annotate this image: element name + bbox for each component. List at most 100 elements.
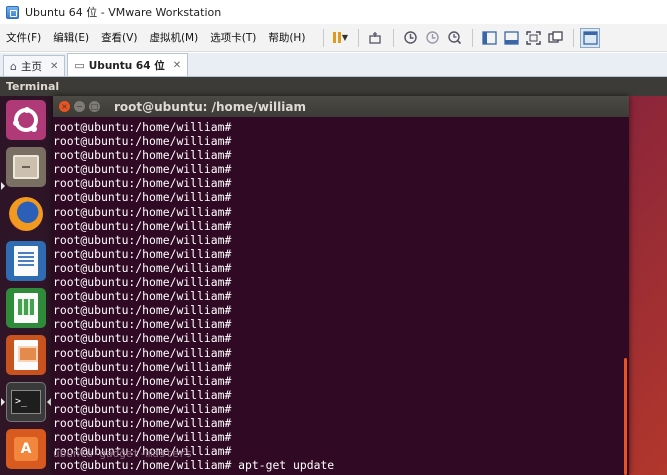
terminal-line: root@ubuntu:/home/william# bbox=[53, 430, 232, 445]
terminal-line: root@ubuntu:/home/william# bbox=[53, 134, 232, 149]
snapshot-icon bbox=[404, 31, 417, 44]
close-button[interactable]: × bbox=[59, 101, 70, 112]
software-center-icon[interactable]: A bbox=[6, 429, 46, 469]
fullscreen-icon bbox=[526, 30, 541, 45]
manage-snapshots-icon bbox=[448, 31, 461, 45]
close-icon[interactable]: ✕ bbox=[173, 60, 181, 71]
running-indicator bbox=[1, 398, 5, 406]
thumbnail-bar-icon bbox=[504, 30, 519, 45]
menu-file[interactable]: 文件(F) bbox=[6, 30, 41, 45]
toolbar-divider bbox=[323, 28, 325, 47]
running-indicator bbox=[1, 182, 5, 190]
terminal-line: root@ubuntu:/home/william# bbox=[53, 120, 232, 134]
terminal-scrollbar[interactable] bbox=[624, 358, 627, 475]
window-title: Ubuntu 64 位 - VMware Workstation bbox=[25, 6, 222, 19]
terminal-line: root@ubuntu:/home/william# bbox=[53, 275, 232, 290]
console-view-button[interactable] bbox=[580, 27, 601, 48]
terminal-window[interactable]: × − □ root@ubuntu: /home/william root@ub… bbox=[53, 96, 629, 475]
logo-dot bbox=[24, 107, 30, 113]
snapshot-button[interactable] bbox=[400, 28, 420, 48]
terminal-line: root@ubuntu:/home/william# bbox=[53, 190, 232, 205]
terminal-line: root@ubuntu:/home/william# bbox=[53, 359, 232, 374]
pause-button[interactable]: ▼ bbox=[330, 28, 350, 48]
writer-icon[interactable] bbox=[6, 241, 46, 281]
tab-label: 主页 bbox=[20, 60, 42, 73]
menu-help[interactable]: 帮助(H) bbox=[268, 30, 305, 45]
document-icon bbox=[14, 246, 38, 276]
terminal-line: root@ubuntu:/home/william# bbox=[53, 317, 232, 332]
impress-icon[interactable] bbox=[6, 335, 46, 375]
files-icon[interactable] bbox=[6, 147, 46, 187]
terminal-ghost-text: ubuntu-gadget-masters bbox=[53, 447, 193, 460]
terminal-line: root@ubuntu:/home/william# bbox=[53, 345, 232, 360]
file-cabinet-icon bbox=[13, 155, 39, 179]
toolbar-divider bbox=[358, 28, 360, 47]
terminal-line: root@ubuntu:/home/william# bbox=[53, 373, 232, 388]
menu-vm[interactable]: 虚拟机(M) bbox=[149, 30, 198, 45]
terminal-line: root@ubuntu:/home/william# bbox=[53, 415, 232, 430]
calc-icon[interactable] bbox=[6, 288, 46, 328]
terminal-line: root@ubuntu:/home/william# bbox=[53, 387, 232, 402]
send-keys-icon bbox=[369, 31, 382, 44]
toolbar-divider bbox=[472, 28, 474, 47]
menu-view[interactable]: 查看(V) bbox=[101, 30, 137, 45]
vmware-titlebar: Ubuntu 64 位 - VMware Workstation bbox=[0, 0, 667, 24]
terminal-line: root@ubuntu:/home/william# bbox=[53, 303, 232, 318]
terminal-line: root@ubuntu:/home/william# bbox=[53, 401, 232, 416]
logo-dot bbox=[13, 120, 19, 126]
fullscreen-button[interactable] bbox=[523, 28, 543, 48]
maximize-button[interactable]: □ bbox=[89, 101, 100, 112]
spreadsheet-icon bbox=[14, 293, 38, 323]
terminal-icon[interactable]: >_ bbox=[6, 382, 46, 422]
toolbar-divider bbox=[393, 28, 395, 47]
tab-label: Ubuntu 64 位 bbox=[88, 59, 165, 72]
menu-tabs[interactable]: 选项卡(T) bbox=[210, 30, 256, 45]
terminal-output[interactable]: root@ubuntu:/home/william# root@ubuntu:/… bbox=[53, 117, 623, 475]
send-keys-button[interactable] bbox=[365, 28, 385, 48]
terminal-titlebar[interactable]: × − □ root@ubuntu: /home/william bbox=[53, 96, 629, 117]
terminal-line: root@ubuntu:/home/william# bbox=[53, 289, 232, 304]
firefox-icon[interactable] bbox=[6, 194, 46, 234]
ubuntu-logo-icon bbox=[13, 107, 38, 132]
focused-indicator bbox=[47, 398, 51, 406]
tab-home[interactable]: ⌂ 主页 ✕ bbox=[3, 55, 66, 76]
terminal-title: root@ubuntu: /home/william bbox=[114, 99, 306, 114]
vmware-logo-icon bbox=[6, 5, 19, 19]
vm-icon: ▭ bbox=[74, 58, 85, 72]
logo-dot bbox=[31, 126, 37, 132]
show-library-icon bbox=[482, 30, 497, 45]
manage-snapshots-button[interactable] bbox=[444, 28, 464, 48]
terminal-line: root@ubuntu:/home/william# bbox=[53, 176, 232, 191]
minimize-button[interactable]: − bbox=[74, 101, 85, 112]
console-view-icon bbox=[583, 30, 598, 45]
toolbar-divider bbox=[573, 28, 575, 47]
home-icon: ⌂ bbox=[10, 59, 17, 73]
close-icon[interactable]: ✕ bbox=[50, 61, 58, 72]
terminal-line: root@ubuntu:/home/william# bbox=[53, 232, 232, 247]
revert-snapshot-button[interactable] bbox=[422, 28, 442, 48]
show-library-button[interactable] bbox=[479, 28, 499, 48]
vmware-tabbar: ⌂ 主页 ✕ ▭ Ubuntu 64 位 ✕ bbox=[0, 53, 667, 77]
firefox-globe-icon bbox=[9, 197, 43, 231]
pause-icon bbox=[332, 32, 341, 43]
unity-button[interactable] bbox=[545, 28, 565, 48]
terminal-line: root@ubuntu:/home/william# bbox=[53, 148, 232, 163]
terminal-line: root@ubuntu:/home/william# bbox=[53, 246, 232, 261]
terminal-command-line: root@ubuntu:/home/william# apt-get updat… bbox=[53, 458, 335, 473]
terminal-line: root@ubuntu:/home/william# bbox=[53, 162, 232, 177]
terminal-line: root@ubuntu:/home/william# bbox=[53, 204, 232, 219]
unity-icon bbox=[548, 30, 563, 43]
presentation-icon bbox=[14, 340, 38, 370]
tab-ubuntu-vm[interactable]: ▭ Ubuntu 64 位 ✕ bbox=[67, 53, 189, 76]
terminal-prompt-icon: >_ bbox=[11, 390, 41, 414]
revert-snapshot-icon bbox=[426, 31, 439, 44]
terminal-line: root@ubuntu:/home/william# bbox=[53, 218, 232, 233]
menu-edit[interactable]: 编辑(E) bbox=[53, 30, 89, 45]
dash-icon[interactable] bbox=[6, 100, 46, 140]
thumbnail-bar-button[interactable] bbox=[501, 28, 521, 48]
ubuntu-launcher: >_ A bbox=[0, 96, 53, 475]
ubuntu-top-panel: Terminal bbox=[0, 77, 667, 96]
terminal-line: root@ubuntu:/home/william# bbox=[53, 260, 232, 275]
vmware-menubar: 文件(F) 编辑(E) 查看(V) 虚拟机(M) 选项卡(T) 帮助(H) ▼ bbox=[0, 24, 667, 52]
chevron-down-icon: ▼ bbox=[341, 33, 348, 42]
